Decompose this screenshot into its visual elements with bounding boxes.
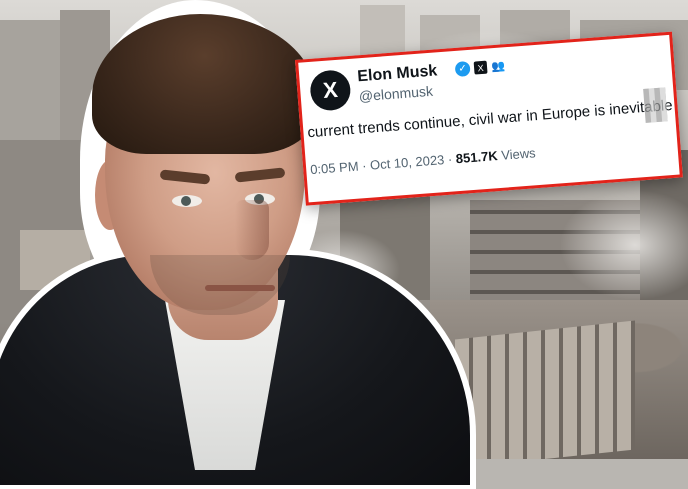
badge-row: ✓ X 👥: [454, 58, 506, 77]
collapsed-building: [455, 320, 635, 459]
tweet-timestamp[interactable]: 0:05 PM · Oct 10, 2023 ·: [310, 151, 457, 178]
avatar[interactable]: X: [308, 68, 352, 112]
left-eye: [172, 195, 202, 207]
x-logo-icon: X: [322, 76, 339, 103]
mouth: [205, 285, 275, 291]
tweet-card[interactable]: X Elon Musk ✓ X 👥 @elonmusk current tren…: [295, 31, 683, 206]
tweet-meta: 0:05 PM · Oct 10, 2023 · 851.7K Views: [310, 145, 536, 177]
views-label: Views: [497, 145, 537, 164]
nose: [235, 200, 269, 260]
x-affiliate-icon: X: [473, 60, 488, 75]
pixelated-blur: [643, 87, 668, 123]
people-icon: 👥: [490, 60, 506, 74]
verified-badge-icon: ✓: [454, 60, 471, 77]
views-count: 851.7K: [455, 148, 499, 167]
user-handle[interactable]: @elonmusk: [358, 83, 433, 105]
